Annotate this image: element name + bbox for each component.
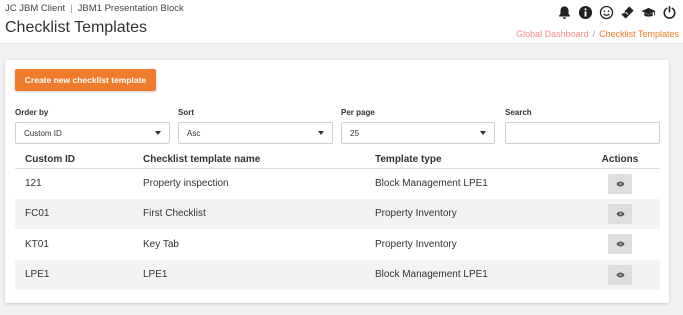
cell-custom-id: 121: [25, 178, 42, 189]
client-separator: |: [70, 3, 73, 14]
header-template-name[interactable]: Checklist template name: [133, 152, 365, 169]
order-by-value: Custom ID: [24, 128, 62, 138]
order-by-select[interactable]: Custom ID: [15, 122, 170, 144]
search-filter: Search: [505, 108, 660, 144]
client-name[interactable]: JC JBM Client: [5, 3, 65, 14]
checklist-templates-table: Custom ID Checklist template name Templa…: [15, 152, 660, 290]
cell-template-type: Block Management LPE1: [375, 178, 488, 189]
header-custom-id[interactable]: Custom ID: [15, 152, 133, 169]
view-button[interactable]: [608, 173, 632, 194]
header-actions: Actions: [580, 152, 660, 169]
header-template-type[interactable]: Template type: [365, 152, 580, 169]
sort-select[interactable]: Asc: [178, 122, 333, 144]
block-name[interactable]: JBM1 Presentation Block: [78, 3, 184, 14]
cell-custom-id: FC01: [15, 198, 133, 229]
view-button[interactable]: [608, 203, 632, 224]
ticket-icon[interactable]: [619, 4, 635, 20]
power-icon[interactable]: [661, 4, 677, 20]
caret-down-icon: [155, 131, 161, 135]
view-button[interactable]: [608, 234, 632, 255]
bell-icon[interactable]: [556, 4, 572, 20]
cell-actions: [580, 168, 660, 199]
breadcrumb: Global Dashboard / Checklist Templates: [516, 29, 679, 39]
per-page-filter: Per page 25: [341, 108, 495, 144]
info-icon[interactable]: [577, 4, 593, 20]
table-row: LPE1 LPE1 Block Management LPE1: [15, 259, 660, 290]
sort-label: Sort: [178, 108, 194, 117]
caret-down-icon: [480, 131, 486, 135]
cell-custom-id: LPE1: [15, 259, 133, 290]
top-icon-bar: [556, 3, 677, 21]
client-context: JC JBM Client | JBM1 Presentation Block: [5, 3, 184, 14]
table-row: FC01 First Checklist Property Inventory: [15, 198, 660, 229]
smiley-icon[interactable]: [598, 4, 614, 20]
per-page-label: Per page: [341, 108, 375, 117]
per-page-select[interactable]: 25: [341, 122, 495, 144]
cell-template-name: LPE1: [133, 259, 365, 290]
eye-icon: [616, 211, 624, 217]
cell-template-name: Key Tab: [143, 238, 179, 250]
eye-icon: [616, 181, 624, 186]
order-by-label: Order by: [15, 108, 49, 117]
breadcrumb-separator: /: [592, 29, 596, 39]
search-input[interactable]: [505, 122, 660, 144]
graduation-cap-icon[interactable]: [640, 4, 656, 20]
create-checklist-template-button[interactable]: Create new checklist template: [15, 69, 156, 91]
cell-template-type: Block Management LPE1: [365, 259, 580, 290]
cell-template-type: Property Inventory: [375, 238, 457, 250]
table-row: 121 Property inspection Block Management…: [15, 168, 660, 199]
cell-template-name: First Checklist: [133, 198, 365, 229]
order-by-filter: Order by Custom ID: [15, 108, 170, 144]
breadcrumb-current: Checklist Templates: [599, 29, 679, 39]
top-bar: JC JBM Client | JBM1 Presentation Block Ch…: [0, 0, 683, 44]
templates-panel: Create new checklist template Order by C…: [5, 60, 669, 303]
cell-actions: [580, 229, 660, 260]
cell-template-name: Property inspection: [143, 178, 229, 189]
cell-actions: [580, 198, 660, 229]
search-label: Search: [505, 108, 532, 117]
sort-filter: Sort Asc: [178, 108, 333, 144]
caret-down-icon: [318, 131, 324, 135]
per-page-value: 25: [350, 128, 359, 138]
cell-actions: [580, 259, 660, 290]
eye-icon: [616, 241, 624, 247]
page-title: Checklist Templates: [5, 19, 147, 36]
eye-icon: [616, 272, 624, 278]
cell-template-type: Property Inventory: [365, 198, 580, 229]
sort-value: Asc: [187, 128, 201, 138]
view-button[interactable]: [608, 264, 632, 285]
table-row: KT01 Key Tab Property Inventory: [15, 229, 660, 260]
cell-custom-id: KT01: [25, 238, 49, 250]
breadcrumb-global-dashboard[interactable]: Global Dashboard: [516, 29, 589, 39]
table-header-row: Custom ID Checklist template name Templa…: [15, 152, 660, 169]
